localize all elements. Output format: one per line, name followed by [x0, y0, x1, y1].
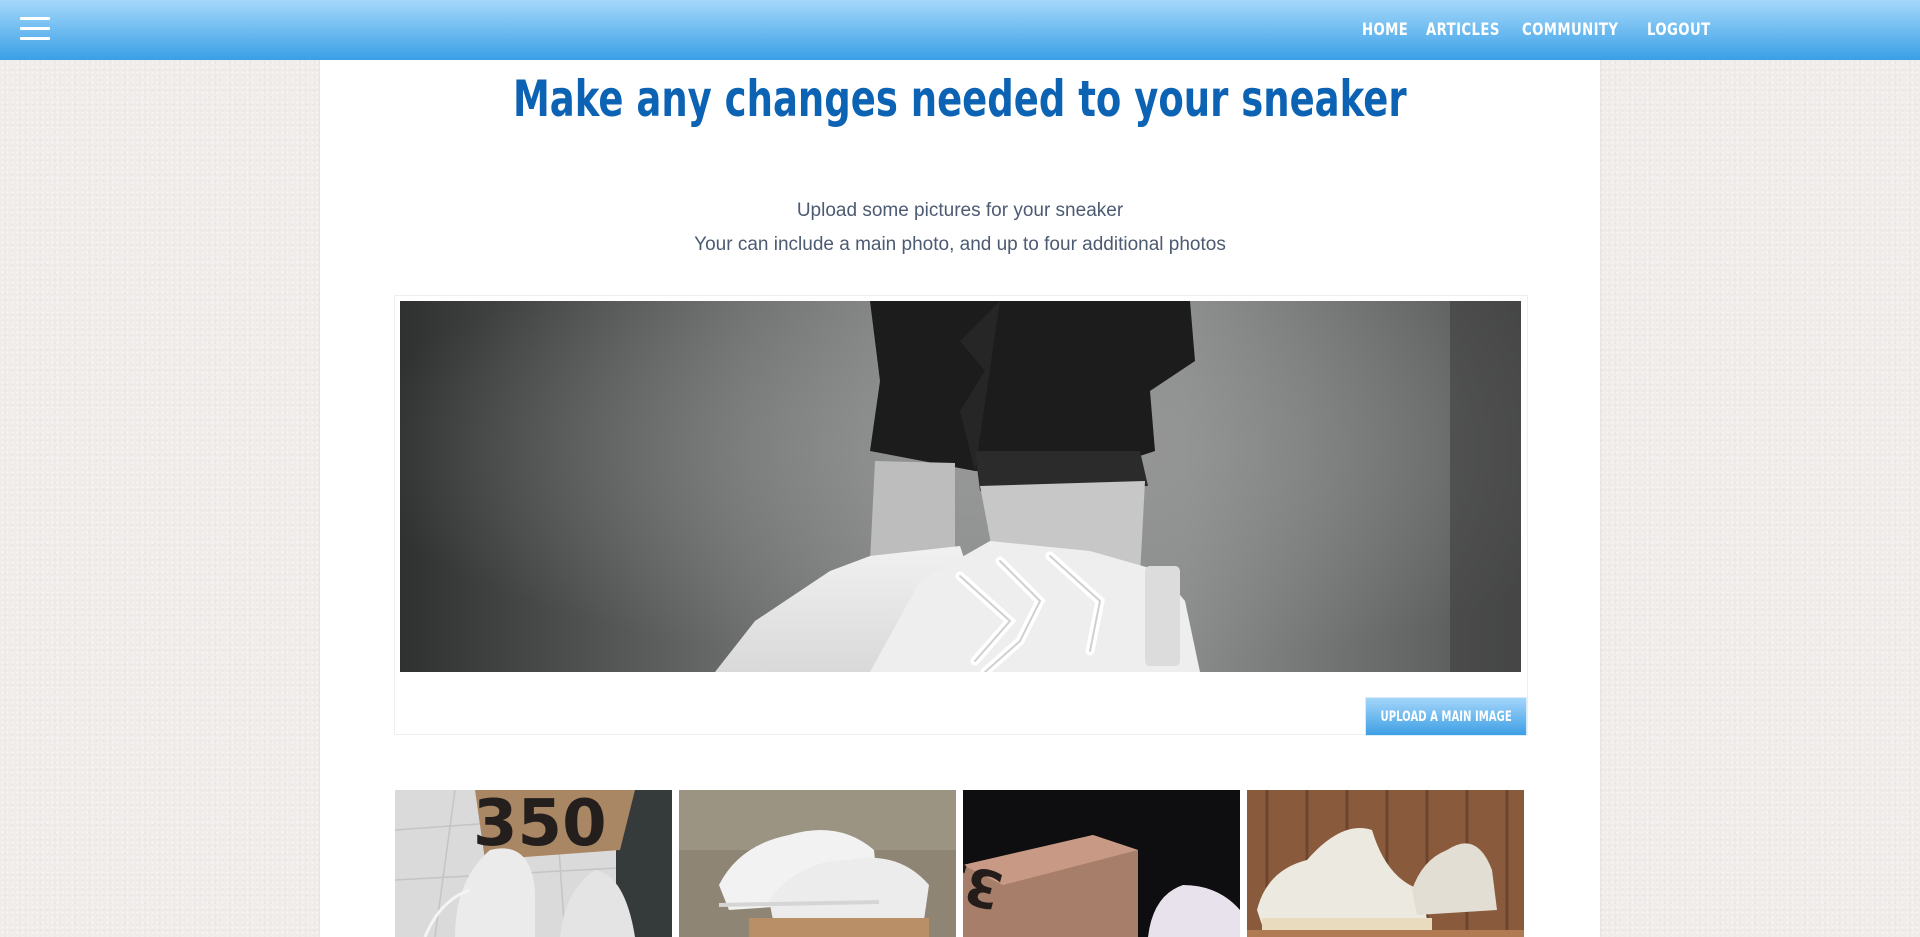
additional-photo-3[interactable]: 350: [963, 790, 1240, 937]
additional-photo-4[interactable]: [1247, 790, 1524, 937]
additional-photo-2[interactable]: [679, 790, 956, 937]
nav-community-link[interactable]: COMMUNITY: [1522, 20, 1618, 40]
additional-photo-1[interactable]: 350: [395, 790, 672, 937]
main-sneaker-photo: [400, 301, 1521, 672]
nav-articles-link[interactable]: ARTICLES: [1426, 20, 1500, 40]
upload-instructions-line-2: Your can include a main photo, and up to…: [694, 234, 1226, 255]
upload-main-image-label: UPLOAD A MAIN IMAGE: [1380, 708, 1512, 725]
nav-logout-link[interactable]: LOGOUT: [1647, 20, 1711, 40]
main-image-frame: [394, 295, 1528, 735]
additional-photos-row: 350 350: [395, 790, 1526, 937]
top-navigation-bar: HOME ARTICLES COMMUNITY LOGOUT: [0, 0, 1920, 60]
nav-home-link[interactable]: HOME: [1362, 20, 1408, 40]
page-title-text: Make any changes needed to your sneaker: [513, 70, 1407, 128]
upload-main-image-button[interactable]: UPLOAD A MAIN IMAGE: [1365, 697, 1527, 736]
hamburger-menu-icon[interactable]: [20, 17, 50, 42]
upload-instructions-line-1: Upload some pictures for your sneaker: [796, 200, 1124, 221]
page-title: Make any changes needed to your sneaker: [320, 70, 1600, 128]
content-panel: Make any changes needed to your sneaker …: [320, 60, 1600, 937]
